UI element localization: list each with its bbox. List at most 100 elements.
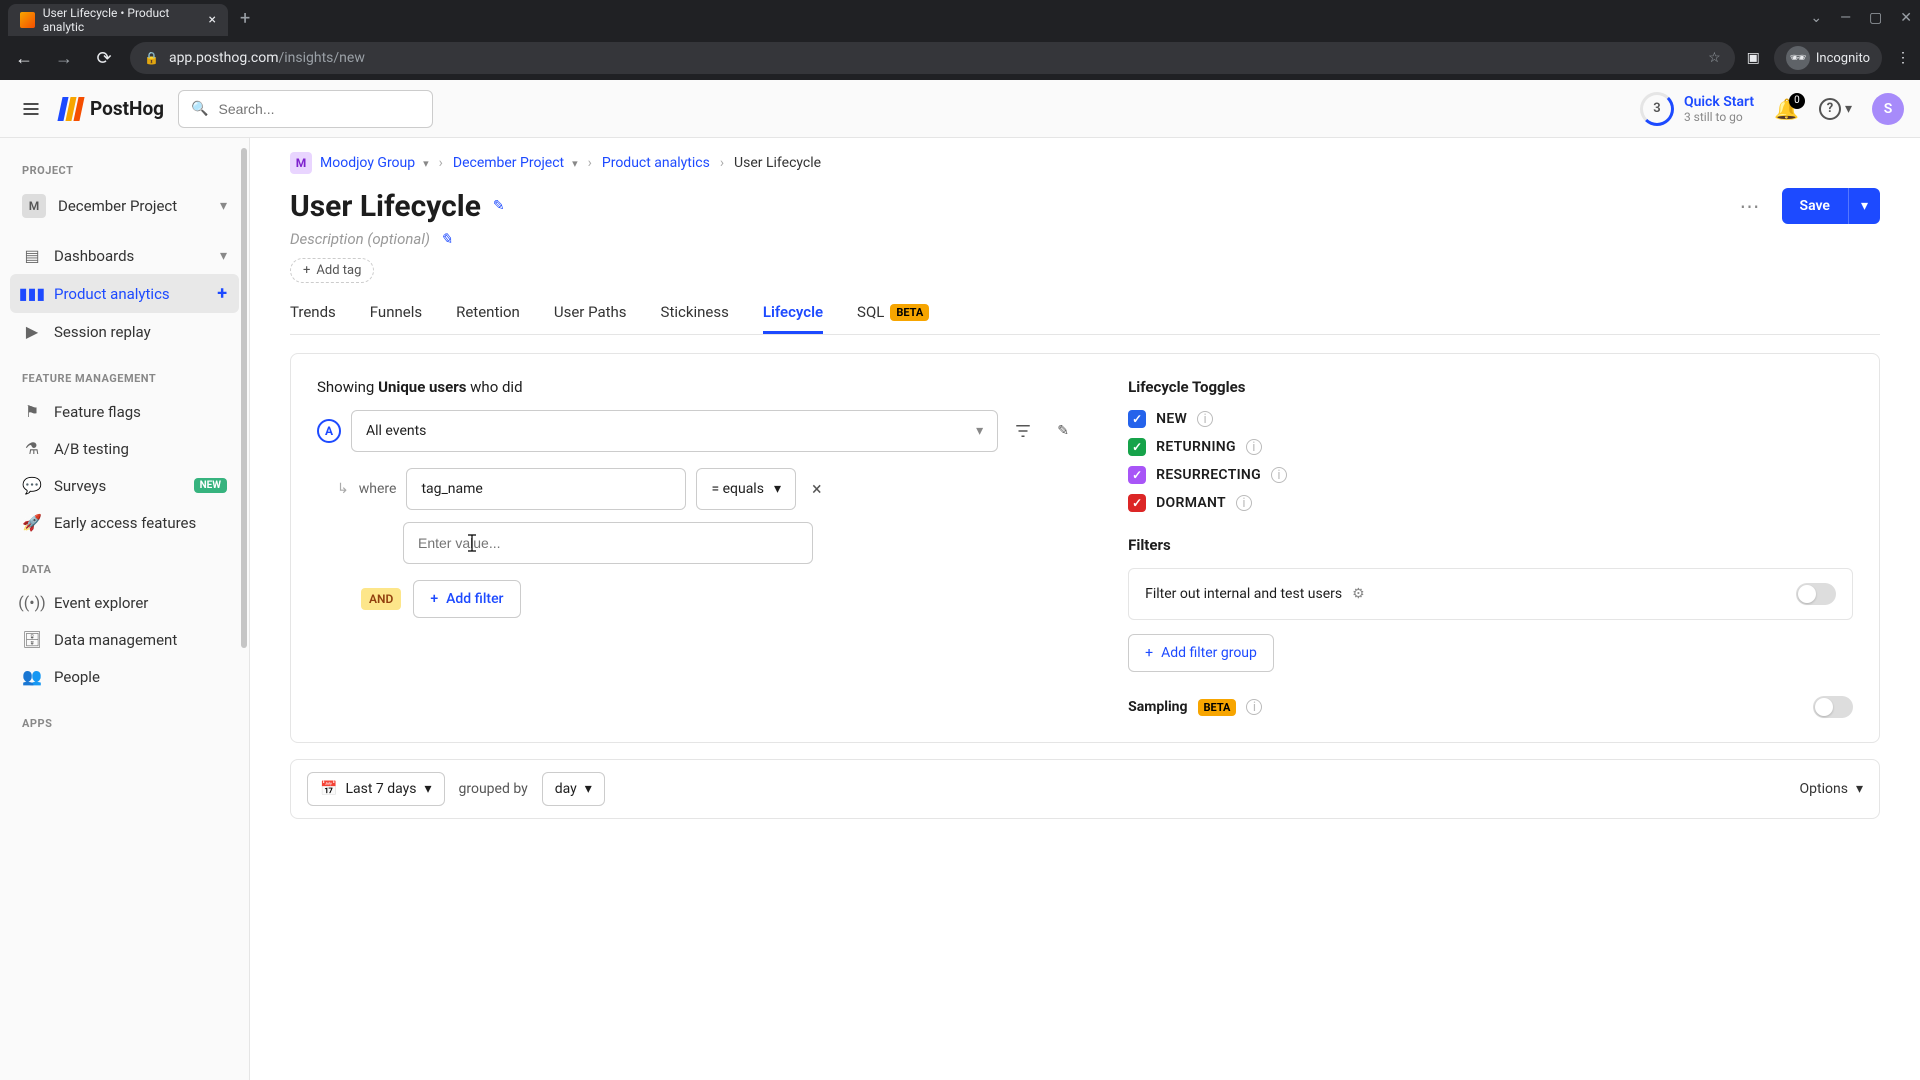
tab-user-paths[interactable]: User Paths <box>554 293 627 334</box>
minimize-icon[interactable]: ― <box>1840 10 1851 26</box>
plus-icon[interactable]: + <box>217 283 227 304</box>
maximize-icon[interactable]: ▢ <box>1869 10 1882 26</box>
menu-toggle[interactable] <box>16 94 46 124</box>
info-icon[interactable]: i <box>1246 439 1262 455</box>
checkbox-icon: ✓ <box>1128 410 1146 428</box>
sidebar-item-ab-testing[interactable]: ⚗ A/B testing <box>10 430 239 467</box>
url-field[interactable]: 🔒 app.posthog.com/insights/new ☆ <box>130 42 1735 74</box>
lifecycle-heading: Lifecycle Toggles <box>1128 378 1853 396</box>
save-dropdown-icon[interactable]: ▾ <box>1848 188 1880 224</box>
browser-menu-icon[interactable]: ⋮ <box>1896 50 1910 66</box>
sidebar-item-session-replay[interactable]: ▶ Session replay <box>10 313 239 350</box>
tab-lifecycle[interactable]: Lifecycle <box>763 293 823 334</box>
forward-button[interactable]: → <box>50 44 78 72</box>
remove-filter-icon[interactable]: × <box>812 479 822 500</box>
help-button[interactable]: ? ▾ <box>1819 98 1852 120</box>
info-icon[interactable]: i <box>1271 467 1287 483</box>
add-filter-group-button[interactable]: + Add filter group <box>1128 634 1274 672</box>
description-placeholder[interactable]: Description (optional) <box>290 230 430 248</box>
sidebar-item-data-management[interactable]: 🗄 Data management <box>10 621 239 658</box>
property-selector[interactable]: tag_name <box>406 468 686 510</box>
toggle-dormant[interactable]: ✓ DORMANT i <box>1128 494 1853 512</box>
rocket-icon: 🚀 <box>22 513 42 532</box>
url-host: app.posthog.com <box>169 50 279 66</box>
add-filter-button[interactable]: + Add filter <box>413 580 520 618</box>
sidebar-heading-feature: FEATURE MANAGEMENT <box>10 364 239 393</box>
checkbox-icon: ✓ <box>1128 466 1146 484</box>
quickstart-widget[interactable]: 3 Quick Start 3 still to go <box>1640 92 1754 126</box>
project-name: December Project <box>58 197 177 215</box>
hamburger-icon <box>21 99 41 119</box>
panel-icon[interactable]: ▣ <box>1747 50 1760 66</box>
tab-sql[interactable]: SQL BETA <box>857 293 929 334</box>
scrollbar-thumb[interactable] <box>241 148 247 648</box>
user-menu[interactable]: S <box>1872 93 1904 125</box>
notifications-button[interactable]: 🔔 0 <box>1774 97 1799 121</box>
internal-users-filter: Filter out internal and test users ⚙ <box>1128 568 1853 620</box>
tab-trends[interactable]: Trends <box>290 293 336 334</box>
crumb-section[interactable]: Product analytics <box>602 155 710 171</box>
edit-description-icon[interactable]: ✎ <box>440 230 453 248</box>
edit-icon[interactable]: ✎ <box>1048 416 1078 446</box>
save-button[interactable]: Save ▾ <box>1782 188 1880 224</box>
incognito-badge[interactable]: 🕶 Incognito <box>1774 42 1882 74</box>
logo[interactable]: PostHog <box>60 97 164 121</box>
where-label: where <box>359 481 397 497</box>
search-input[interactable] <box>218 101 420 117</box>
new-tab-button[interactable]: + <box>240 8 250 29</box>
event-selector[interactable]: All events ▾ <box>351 410 998 452</box>
help-icon: ? <box>1819 98 1841 120</box>
browser-tab[interactable]: User Lifecycle • Product analytic × <box>8 4 228 36</box>
global-search[interactable]: 🔍 <box>178 90 433 128</box>
chevron-down-icon: ▾ <box>220 198 227 214</box>
sidebar-item-surveys[interactable]: 💬 Surveys NEW <box>10 467 239 504</box>
sidebar-item-dashboards[interactable]: ▤ Dashboards ▾ <box>10 237 239 274</box>
people-icon: 👥 <box>22 667 42 686</box>
chevron-down-icon: ▾ <box>1856 781 1863 797</box>
toggle-resurrecting[interactable]: ✓ RESURRECTING i <box>1128 466 1853 484</box>
tab-close-icon[interactable]: × <box>209 12 216 28</box>
sidebar-heading-apps: APPS <box>10 709 239 738</box>
edit-title-icon[interactable]: ✎ <box>493 198 505 214</box>
more-menu-button[interactable]: ⋯ <box>1730 188 1770 224</box>
sampling-toggle[interactable] <box>1813 696 1853 718</box>
operator-selector[interactable]: = equals ▾ <box>696 468 796 510</box>
chevron-right-icon: › <box>720 155 724 171</box>
gear-icon[interactable]: ⚙ <box>1352 586 1365 602</box>
info-icon[interactable]: i <box>1236 495 1252 511</box>
options-button[interactable]: Options ▾ <box>1800 781 1863 797</box>
sidebar-item-product-analytics[interactable]: ▮▮▮ Product analytics + <box>10 274 239 313</box>
sidebar-item-people[interactable]: 👥 People <box>10 658 239 695</box>
sidebar-item-early-access[interactable]: 🚀 Early access features <box>10 504 239 541</box>
sidebar-item-feature-flags[interactable]: ⚑ Feature flags <box>10 393 239 430</box>
sidebar-item-label: Early access features <box>54 514 196 532</box>
date-options-bar: 📅 Last 7 days ▾ grouped by day ▾ Options… <box>290 759 1880 819</box>
reload-button[interactable]: ⟳ <box>90 44 118 72</box>
insight-tabs: Trends Funnels Retention User Paths Stic… <box>290 293 1880 335</box>
sidebar-item-event-explorer[interactable]: ((•)) Event explorer <box>10 584 239 621</box>
info-icon[interactable]: i <box>1197 411 1213 427</box>
toggle-new[interactable]: ✓ NEW i <box>1128 410 1853 428</box>
tab-stickiness[interactable]: Stickiness <box>661 293 729 334</box>
toggle-returning[interactable]: ✓ RETURNING i <box>1128 438 1853 456</box>
filter-value-input[interactable] <box>403 522 813 564</box>
tab-retention[interactable]: Retention <box>456 293 520 334</box>
add-tag-button[interactable]: + Add tag <box>290 258 374 283</box>
filter-icon[interactable] <box>1008 416 1038 446</box>
crumb-project[interactable]: December Project ▾ <box>453 155 578 171</box>
flask-icon: ⚗ <box>22 439 42 458</box>
crumb-org[interactable]: M Moodjoy Group ▾ <box>290 152 429 174</box>
bookmark-star-icon[interactable]: ☆ <box>1708 50 1721 66</box>
tab-title: User Lifecycle • Product analytic <box>43 6 201 34</box>
checkbox-icon: ✓ <box>1128 438 1146 456</box>
close-window-icon[interactable]: ✕ <box>1900 10 1912 26</box>
sidebar-project-selector[interactable]: M December Project ▾ <box>10 185 239 227</box>
chevron-down-icon[interactable]: ⌄ <box>1810 10 1822 26</box>
back-button[interactable]: ← <box>10 44 38 72</box>
tab-funnels[interactable]: Funnels <box>370 293 422 334</box>
internal-users-toggle[interactable] <box>1796 583 1836 605</box>
date-range-selector[interactable]: 📅 Last 7 days ▾ <box>307 772 445 806</box>
info-icon[interactable]: i <box>1246 699 1262 715</box>
group-unit-selector[interactable]: day ▾ <box>542 772 605 806</box>
sidebar: PROJECT M December Project ▾ ▤ Dashboard… <box>0 138 250 1080</box>
